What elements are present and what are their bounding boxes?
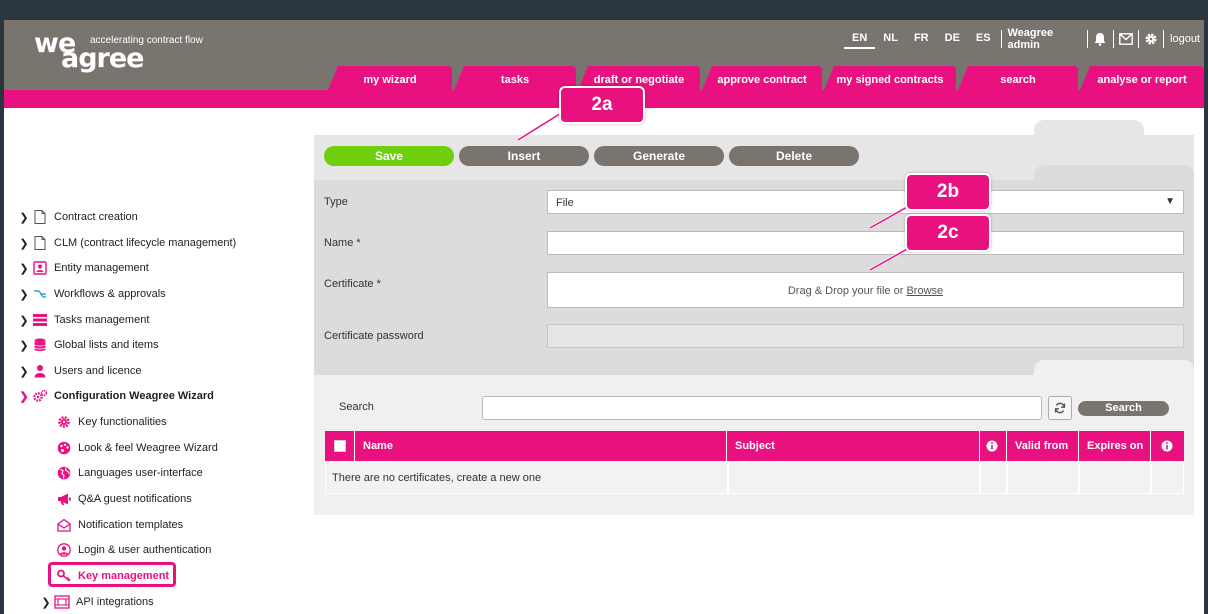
app-window: we accelerating contract flow agree EN N… bbox=[4, 20, 1204, 614]
callout-2a: 2a bbox=[559, 86, 645, 124]
callout-2b: 2b bbox=[905, 173, 991, 211]
callout-2c: 2c bbox=[905, 214, 991, 252]
